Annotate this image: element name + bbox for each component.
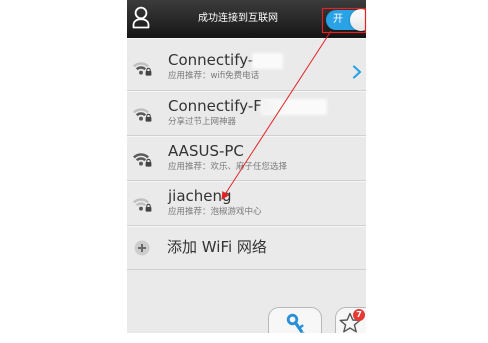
wifi-network-item[interactable]: AASUS-PC 应用推荐：欢乐、麻子任您选择: [127, 136, 366, 181]
wifi-locked-icon: [133, 108, 152, 122]
network-info: Connectify-F 分享过节上网神器: [168, 98, 325, 128]
network-info: Connectify- 应用推荐：wifi免费电话: [168, 51, 282, 82]
network-info: AASUS-PC 应用推荐：欢乐、麻子任您选择: [168, 143, 287, 173]
wifi-network-item[interactable]: Connectify- 应用推荐：wifi免费电话: [127, 38, 366, 91]
wifi-locked-icon: [133, 198, 152, 212]
wifi-network-item[interactable]: Connectify-F 分享过节上网神器: [127, 91, 366, 136]
network-name: Connectify-F: [168, 98, 325, 115]
network-name-text: Connectify-F: [168, 97, 262, 115]
network-subtitle: 分享过节上网神器: [168, 117, 237, 127]
toggle-knob[interactable]: [350, 9, 366, 31]
wifi-app-screen: 成功连接到互联网 开 Connectify- 应用推荐：wifi免费电话 Con…: [127, 0, 366, 333]
network-info: jiacheng 应用推荐：泡椒游戏中心: [168, 188, 262, 218]
network-name: Connectify-: [168, 51, 282, 69]
favorites-tab-button[interactable]: 7: [335, 307, 366, 333]
notification-badge: 7: [353, 309, 365, 321]
network-subtitle: 应用推荐：wifi免费电话: [168, 71, 260, 81]
wifi-network-item[interactable]: jiacheng 应用推荐：泡椒游戏中心: [127, 181, 366, 226]
wifi-locked-icon: [133, 153, 152, 167]
top-bar: 成功连接到互联网 开: [127, 0, 366, 38]
wifi-toggle-switch[interactable]: 开: [326, 9, 366, 31]
plus-icon: [134, 240, 150, 255]
connection-status-title: 成功连接到互联网: [198, 13, 278, 24]
key-icon: [286, 313, 305, 333]
key-tab-button[interactable]: [268, 307, 322, 333]
network-name: jiacheng: [168, 187, 232, 205]
redaction-block: [262, 100, 325, 113]
add-wifi-network-button[interactable]: 添加 WiFi 网络: [127, 226, 366, 270]
chevron-right-icon[interactable]: [352, 65, 362, 79]
wifi-locked-icon: [133, 62, 152, 76]
network-subtitle: 应用推荐：泡椒游戏中心: [168, 207, 262, 217]
toggle-label: 开: [333, 14, 343, 25]
redaction-block: [254, 54, 282, 67]
network-subtitle: 应用推荐：欢乐、麻子任您选择: [168, 162, 288, 172]
add-wifi-network-label: 添加 WiFi 网络: [167, 238, 267, 256]
network-name: AASUS-PC: [168, 142, 244, 160]
network-name-text: Connectify-: [168, 51, 254, 69]
